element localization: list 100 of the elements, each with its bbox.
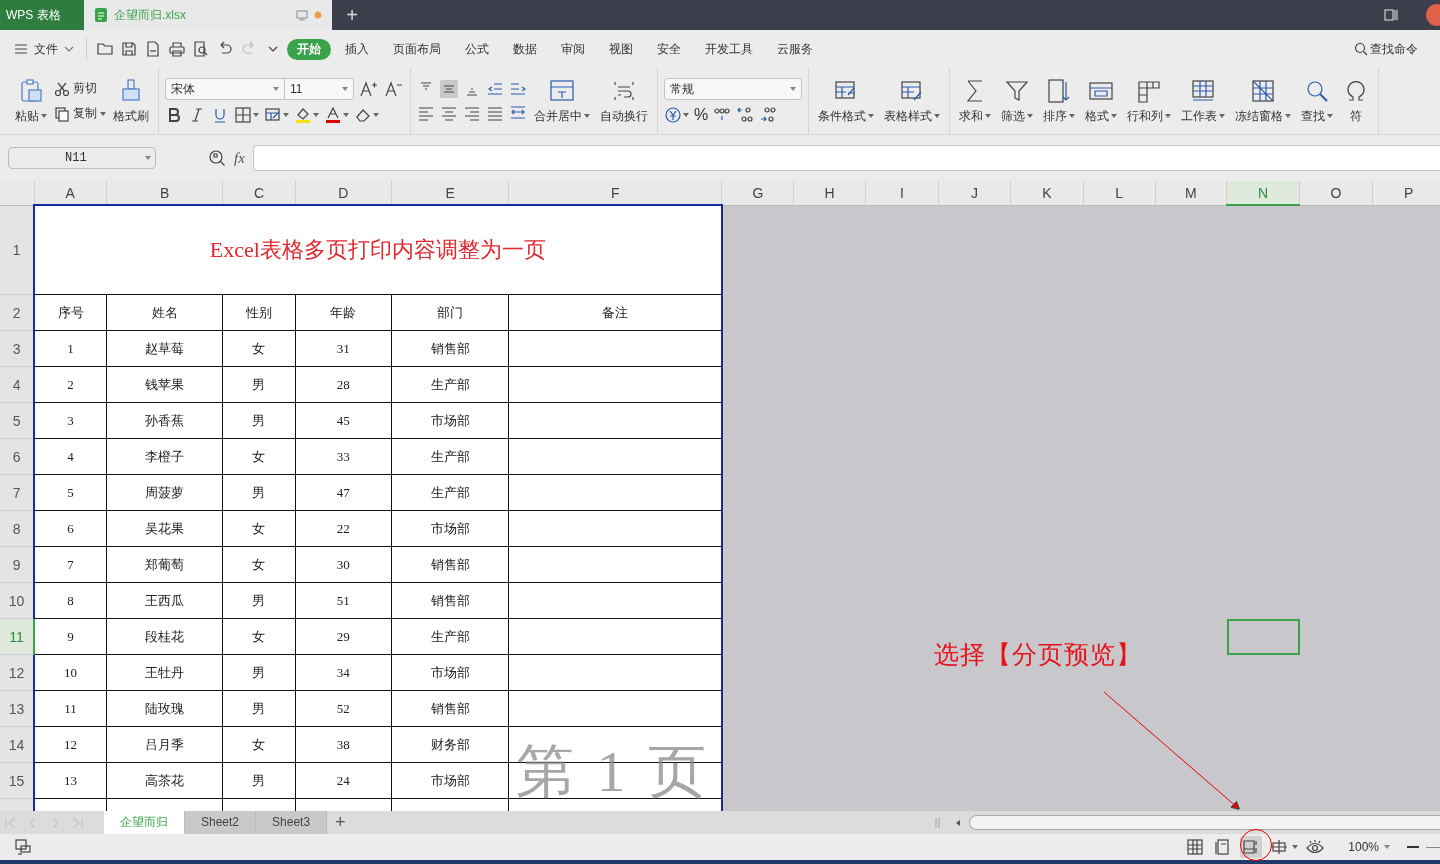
row-header[interactable]: 1 [0,205,35,295]
print-icon[interactable] [168,40,186,58]
row-header[interactable]: 4 [0,366,35,403]
worksheet-button[interactable]: 工作表 [1178,75,1228,127]
column-header[interactable]: L [1083,181,1156,205]
magnifier-button[interactable]: 查找 [1298,75,1336,127]
column-header[interactable]: I [865,181,939,205]
row-header[interactable]: 9 [0,546,35,583]
zoom-formula-icon[interactable] [208,149,226,167]
function-button[interactable]: fx [234,149,245,167]
borders-icon[interactable] [234,106,252,124]
percent-button[interactable]: % [694,106,709,124]
column-header[interactable]: A [34,181,107,205]
row-header[interactable]: 12 [0,654,35,691]
format-painter-button[interactable]: 格式刷 [110,75,152,127]
selected-cell[interactable] [1226,618,1300,655]
font-color-icon[interactable] [324,106,342,124]
increase-indent-icon[interactable] [509,80,527,98]
font-size-field[interactable]: 11 [284,78,354,100]
decrease-decimal-icon[interactable] [759,106,778,124]
add-sheet-button[interactable]: + [327,811,354,834]
align-left-icon[interactable] [417,104,435,122]
row-header[interactable]: 13 [0,690,35,727]
sheet-tab[interactable]: Sheet3 [256,811,328,834]
omega-button[interactable]: 符 [1340,75,1372,127]
cell-style-icon[interactable] [264,106,282,124]
column-header[interactable]: O [1299,181,1373,205]
cut-button[interactable]: 剪切 [54,80,106,97]
ribbon-tab[interactable]: 安全 [647,38,691,60]
column-header[interactable]: P [1372,181,1440,205]
table-cell: 5 [67,484,74,500]
row-header[interactable]: 2 [0,294,35,331]
font-field[interactable]: 宋体 [165,78,285,100]
ribbon-tab[interactable]: 数据 [503,38,547,60]
ribbon-tab[interactable]: 插入 [335,38,379,60]
row-header[interactable]: 5 [0,402,35,439]
column-header[interactable]: E [391,181,509,205]
ribbon-tab[interactable]: 审阅 [551,38,595,60]
row-header[interactable]: 15 [0,762,35,799]
fill-color-icon[interactable] [294,106,312,124]
row-header[interactable]: 6 [0,438,35,475]
column-header[interactable]: D [295,181,392,205]
currency-icon[interactable] [664,106,682,124]
row-header[interactable]: 8 [0,510,35,547]
filter-button[interactable]: 筛选 [998,75,1036,127]
number-format-field[interactable]: 常规 [664,78,802,100]
horizontal-scrollbar[interactable] [969,815,1440,830]
search-command[interactable]: 查找命令 [1354,40,1418,58]
app-tab[interactable]: WPS 表格 [0,0,84,30]
ribbon-tab[interactable]: 开发工具 [695,38,763,60]
column-header[interactable]: G [721,181,794,205]
sum-button[interactable]: 求和 [956,75,994,127]
column-header[interactable]: C [222,181,296,205]
increase-decimal-icon[interactable] [736,106,755,124]
window-layout-icon[interactable] [1384,9,1398,21]
table-cell: 51 [336,592,350,608]
pdf-icon[interactable] [144,40,162,58]
align-right-icon[interactable] [463,104,481,122]
justify-icon[interactable] [486,104,504,122]
name-box[interactable]: N11 [8,147,156,169]
distributed-icon[interactable] [509,104,527,122]
ribbon-tab[interactable]: 视图 [599,38,643,60]
decrease-indent-icon[interactable] [486,80,504,98]
new-tab-button[interactable]: + [332,0,372,30]
conditional-format-button[interactable]: 条件格式 [815,75,877,127]
column-header[interactable]: F [508,181,722,205]
freeze-panes-button[interactable]: 冻结窗格 [1232,75,1294,127]
row-header[interactable]: 14 [0,726,35,763]
sort-button[interactable]: 排序 [1040,75,1078,127]
print-preview-icon[interactable] [192,40,210,58]
sheet-tab[interactable]: Sheet2 [185,811,257,834]
copy-button[interactable]: 复制 [54,105,106,122]
row-header[interactable]: 7 [0,474,35,511]
formula-input[interactable] [252,145,1440,171]
column-header[interactable]: M [1155,181,1227,205]
folder-icon[interactable] [96,40,114,58]
column-header[interactable]: H [793,181,866,205]
save-icon[interactable] [120,40,138,58]
align-center-icon[interactable] [440,104,458,122]
row-header[interactable]: 10 [0,582,35,619]
ribbon-tab[interactable]: 云服务 [767,38,823,60]
merge-center-button[interactable]: 合并居中 [531,75,593,127]
ribbon-tab[interactable]: 页面布局 [383,38,451,60]
row-header[interactable]: 3 [0,330,35,367]
macro-icon[interactable] [14,838,32,856]
format-button[interactable]: 格式 [1082,75,1120,127]
page-break-preview-icon[interactable] [1240,836,1263,858]
wrap-text-button[interactable]: 自动换行 [597,75,651,127]
column-header[interactable]: K [1010,181,1083,205]
ribbon-tab[interactable]: 公式 [455,38,499,60]
decrease-font-icon[interactable] [384,80,404,98]
paste-button[interactable]: 粘贴 [12,75,50,127]
file-menu[interactable]: 文件 [0,40,82,58]
column-header[interactable]: B [106,181,223,205]
rows-columns-button[interactable]: 行和列 [1124,75,1174,127]
table-style-button[interactable]: 表格样式 [881,75,943,127]
increase-font-icon[interactable] [359,80,379,98]
zoom-level[interactable]: 100% [1348,840,1390,854]
column-header[interactable]: N [1226,181,1300,205]
column-header[interactable]: J [938,181,1011,205]
